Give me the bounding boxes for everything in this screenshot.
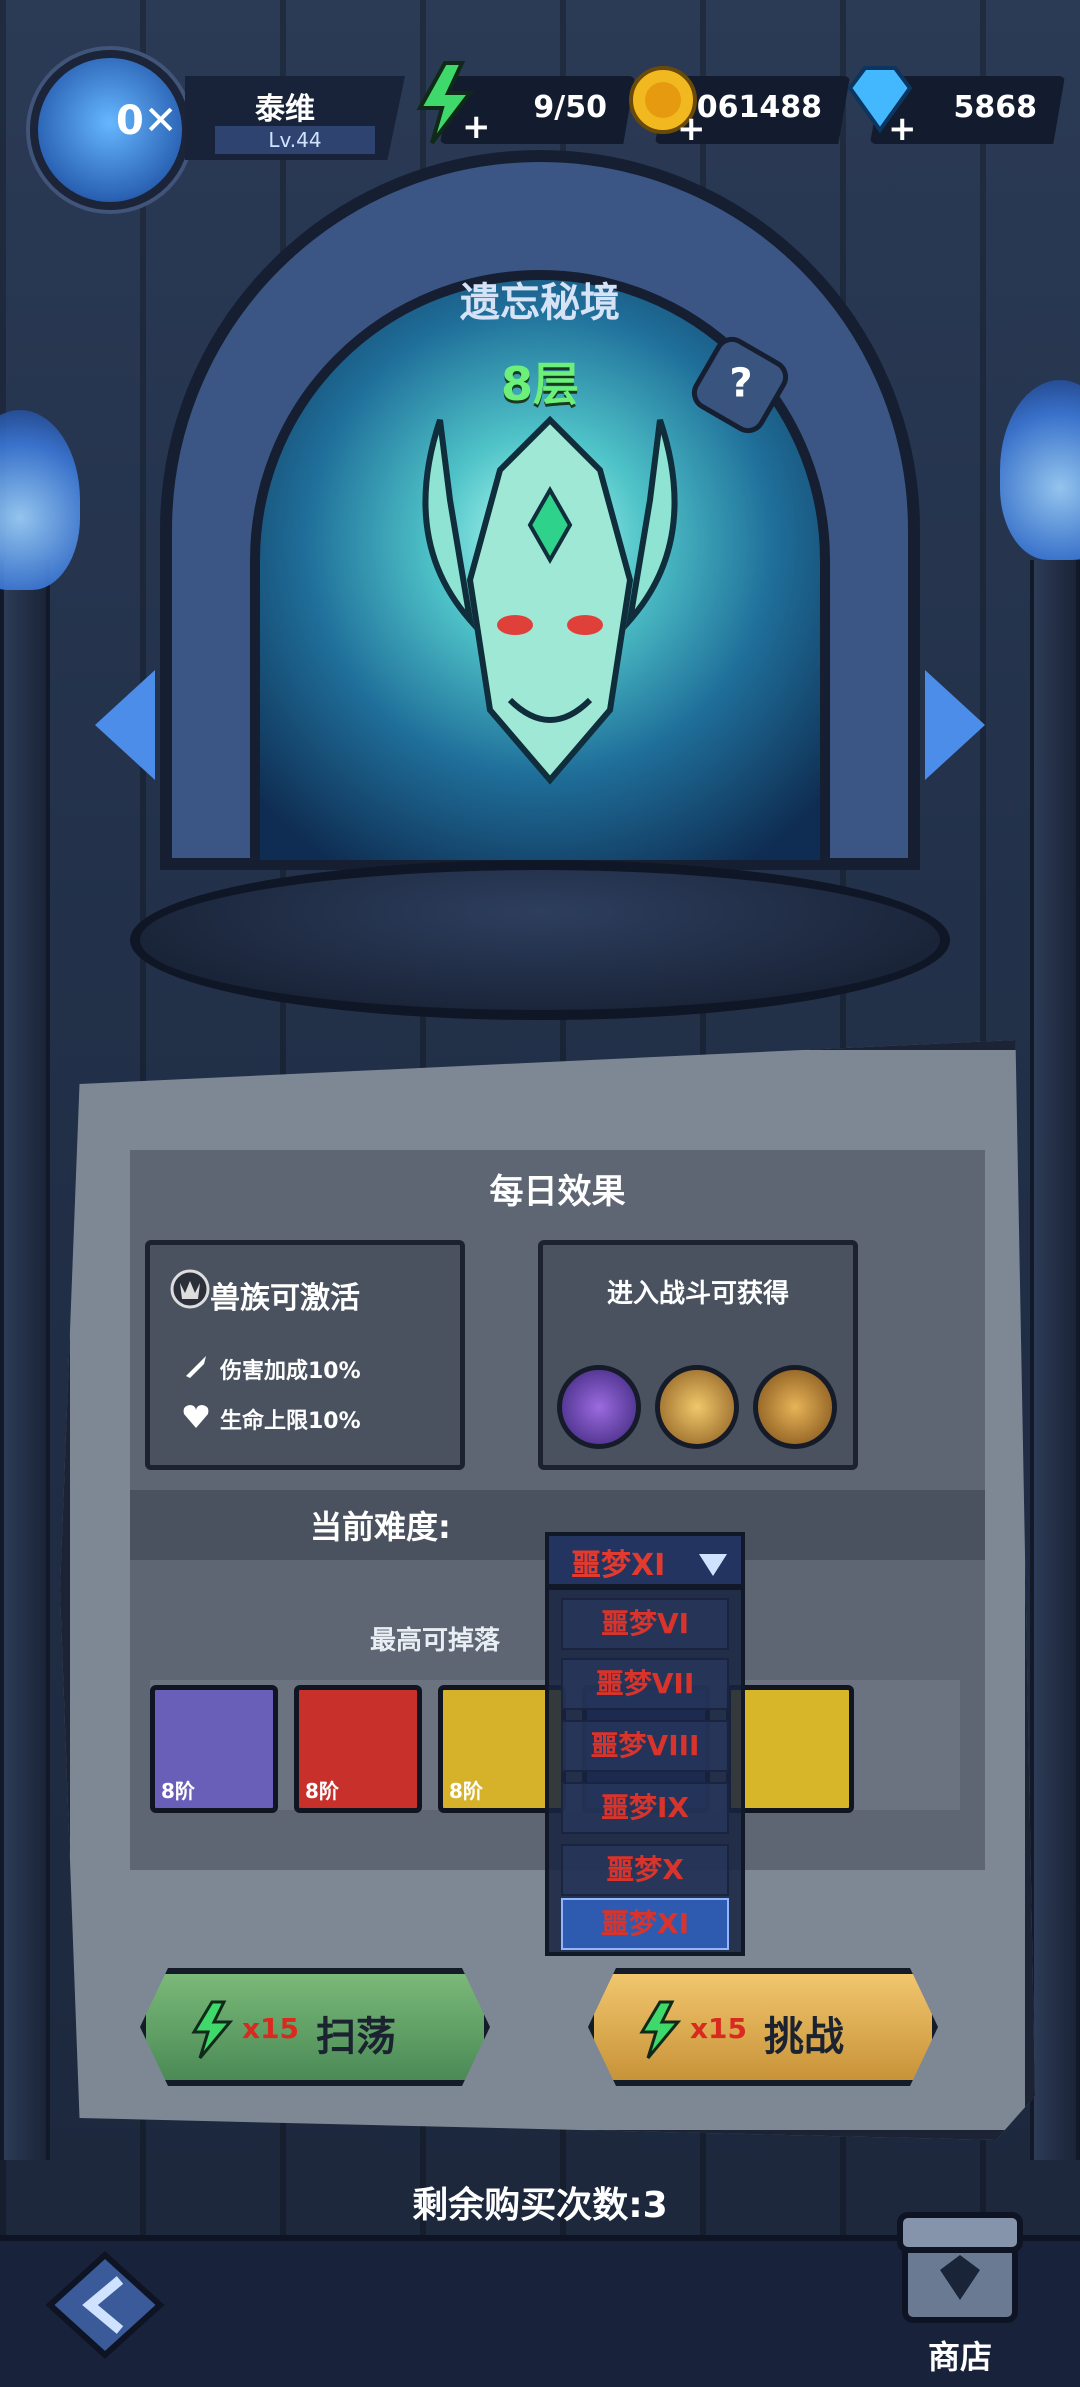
gem-value: 5868 (953, 90, 1038, 125)
buff-card: 兽族可激活 伤害加成10% 生命上限10% (145, 1240, 465, 1470)
difficulty-option-selected[interactable]: 噩梦XI (561, 1898, 729, 1950)
burst-reward-icon[interactable] (753, 1365, 837, 1449)
battle-reward-title: 进入战斗可获得 (606, 1279, 789, 1309)
prev-stage-arrow[interactable] (95, 670, 155, 780)
sweep-button[interactable]: x15 扫荡 (140, 1968, 490, 2086)
difficulty-label: 当前难度: (310, 1508, 451, 1546)
chevron-down-icon (699, 1554, 727, 1576)
gem-add-icon[interactable]: + (840, 58, 920, 148)
dragon-boss-icon (422, 415, 678, 785)
challenge-cost: x15 (690, 2012, 748, 2045)
player-name-plate: 泰维 Lv.44 (185, 76, 405, 160)
sweep-label: 扫荡 (316, 2014, 396, 2060)
difficulty-selected: 噩梦XI (571, 1548, 666, 1583)
right-pillar (1030, 560, 1080, 2160)
svg-text:+: + (462, 107, 490, 147)
challenge-button[interactable]: x15 挑战 (588, 1968, 938, 2086)
challenge-label: 挑战 (764, 2014, 844, 2060)
sweep-cost: x15 (242, 2012, 300, 2045)
shop-label: 商店 (927, 2338, 992, 2376)
heart-icon (183, 1405, 209, 1428)
difficulty-option[interactable]: 噩梦VIII (561, 1720, 729, 1772)
sword-icon (186, 1356, 206, 1378)
buff-hp: 生命上限10% (220, 1409, 361, 1434)
help-icon: ? (729, 360, 753, 407)
svg-text:+: + (888, 109, 917, 148)
energy-icon (639, 2000, 682, 2059)
difficulty-option[interactable]: 噩梦VI (561, 1598, 729, 1650)
svg-text:+: + (677, 109, 705, 148)
back-icon[interactable] (40, 2250, 170, 2360)
energy-add-icon[interactable]: + (410, 58, 490, 148)
drop-tier: 8阶 (305, 1779, 339, 1803)
buff-damage: 伤害加成10% (220, 1359, 361, 1384)
difficulty-option[interactable]: 噩梦VII (561, 1658, 729, 1710)
difficulty-select[interactable]: 噩梦XI (545, 1532, 745, 1588)
shop-button[interactable]: 商店 (880, 2190, 1040, 2380)
beast-faction-icon (170, 1269, 210, 1309)
buff-title: 兽族可激活 (210, 1281, 360, 1316)
drop-tier: 8阶 (161, 1779, 195, 1803)
shop-chest-icon (897, 2212, 1023, 2323)
daily-effects-title: 每日效果 (489, 1172, 626, 1212)
next-stage-arrow[interactable] (925, 670, 985, 780)
portal-pedestal (130, 860, 950, 1020)
stage-floor: 8层 (500, 357, 579, 411)
energy-icon (191, 2000, 234, 2059)
battle-reward-card: 进入战斗可获得 (538, 1240, 858, 1470)
difficulty-option[interactable]: 噩梦X (561, 1844, 729, 1896)
difficulty-option[interactable]: 噩梦IX (561, 1782, 729, 1834)
lightning-reward-icon[interactable] (655, 1365, 739, 1449)
coin-add-icon[interactable]: + (625, 58, 705, 148)
drop-item[interactable]: 8阶 (294, 1685, 422, 1813)
stage-title: 遗忘秘境 (460, 280, 620, 326)
energy-value: 9/50 (533, 90, 607, 125)
hourglass-reward-icon[interactable] (557, 1365, 641, 1449)
drop-item[interactable]: 8阶 (150, 1685, 278, 1813)
player-name: 泰维 (255, 92, 315, 127)
max-drop-label: 最高可掉落 (370, 1626, 501, 1656)
difficulty-options: 噩梦VI 噩梦VII 噩梦VIII 噩梦IX 噩梦X 噩梦XI (545, 1586, 745, 1956)
avatar-glyph: 0✕ (116, 98, 178, 144)
drop-item-orb[interactable] (726, 1685, 854, 1813)
left-pillar (0, 560, 50, 2160)
drop-tier: 8阶 (449, 1779, 483, 1803)
